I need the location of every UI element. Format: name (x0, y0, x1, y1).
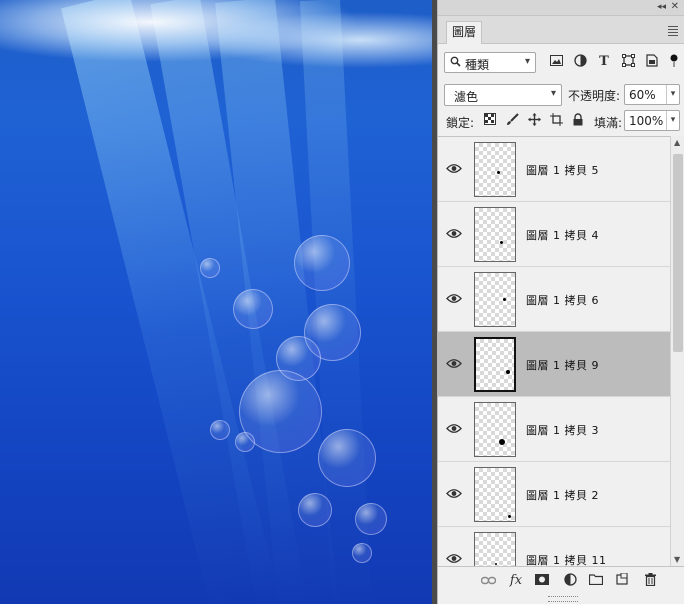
panel-menu-icon[interactable] (668, 26, 678, 38)
document-canvas[interactable] (0, 0, 432, 604)
lock-all-icon[interactable] (570, 113, 586, 129)
thumbnail-bubble-dot (497, 171, 500, 174)
opacity-input[interactable]: 60% ▾ (624, 84, 680, 105)
layer-row[interactable]: 圖層 1 拷貝 9 (438, 332, 670, 397)
filter-kind-select[interactable]: 種類 ▾ (444, 52, 536, 73)
fx-icon[interactable]: fx (508, 573, 524, 589)
layer-name[interactable]: 圖層 1 拷貝 5 (526, 162, 599, 178)
blend-mode-value: 濾色 (454, 90, 479, 104)
layer-row[interactable]: 圖層 1 拷貝 3 (438, 397, 670, 462)
layer-thumbnail[interactable] (474, 337, 516, 392)
panel-header-strip: ◂◂ ✕ (438, 0, 684, 16)
layer-row[interactable]: 圖層 1 拷貝 11 (438, 527, 670, 566)
link-layers-icon[interactable] (480, 573, 496, 589)
panel-resize-grip[interactable] (548, 596, 578, 602)
lock-label: 鎖定: (446, 116, 475, 130)
layer-name[interactable]: 圖層 1 拷貝 4 (526, 227, 599, 243)
opacity-label: 不透明度: (568, 89, 621, 103)
layer-row[interactable]: 圖層 1 拷貝 6 (438, 267, 670, 332)
chevron-down-icon: ▾ (524, 56, 530, 67)
layer-thumbnail[interactable] (474, 467, 516, 522)
bubble (355, 503, 387, 535)
eye-icon[interactable] (446, 423, 462, 435)
bubble (352, 543, 372, 563)
scrollbar-thumb[interactable] (673, 154, 683, 352)
layer-thumbnail[interactable] (474, 272, 516, 327)
thumbnail-bubble-dot (503, 298, 506, 301)
bubble (200, 258, 220, 278)
eye-icon[interactable] (446, 488, 462, 500)
filter-toggle-icon[interactable] (666, 54, 682, 70)
group-folder-icon[interactable] (588, 573, 604, 589)
thumbnail-bubble-dot (500, 241, 503, 244)
fill-input[interactable]: 100% ▾ (624, 110, 680, 131)
chevron-down-icon[interactable]: ▾ (666, 85, 679, 104)
fill-label: 填滿: (594, 116, 623, 130)
search-icon (450, 56, 461, 70)
layer-name[interactable]: 圖層 1 拷貝 11 (526, 552, 607, 566)
layers-panel: ◂◂ ✕ 圖層 種類 ▾ T 濾色 ▾ 不透明度: 60% ▾ 鎖定: 填滿: … (437, 0, 684, 604)
lock-artboard-icon[interactable] (548, 113, 564, 129)
new-layer-icon[interactable] (614, 572, 630, 589)
layer-thumbnail[interactable] (474, 402, 516, 457)
chevron-down-icon: ▾ (550, 88, 556, 99)
collapse-panel-icon[interactable]: ◂◂ (657, 2, 666, 12)
panel-tab-bar: 圖層 (438, 16, 684, 44)
eye-icon[interactable] (446, 228, 462, 240)
layer-row[interactable]: 圖層 1 拷貝 2 (438, 462, 670, 527)
layer-name[interactable]: 圖層 1 拷貝 3 (526, 422, 599, 438)
delete-layer-icon[interactable] (642, 573, 658, 589)
layer-name[interactable]: 圖層 1 拷貝 6 (526, 292, 599, 308)
shape-filter-icon[interactable] (620, 54, 636, 70)
bubble (210, 420, 230, 440)
pixel-filter-icon[interactable] (548, 54, 564, 70)
lock-transparent-icon[interactable] (482, 113, 498, 129)
scroll-up-icon[interactable]: ▲ (674, 138, 680, 147)
bubble (233, 289, 273, 329)
thumbnail-bubble-dot (508, 515, 511, 518)
adjustment-layer-icon[interactable] (562, 573, 578, 589)
layer-name[interactable]: 圖層 1 拷貝 9 (526, 357, 599, 373)
layer-thumbnail[interactable] (474, 532, 516, 566)
layer-name[interactable]: 圖層 1 拷貝 2 (526, 487, 599, 503)
scroll-down-icon[interactable]: ▼ (674, 555, 680, 564)
chevron-down-icon[interactable]: ▾ (666, 111, 679, 130)
adjustment-filter-icon[interactable] (572, 54, 588, 70)
layers-list: 圖層 1 拷貝 5 圖層 1 拷貝 4 圖層 1 拷貝 6 圖層 1 拷貝 9 圖層 1… (438, 136, 670, 566)
lock-image-icon[interactable] (504, 113, 520, 129)
layers-bottom-toolbar: fx (438, 566, 684, 596)
smart-object-filter-icon[interactable] (644, 54, 660, 70)
bubble (235, 432, 255, 452)
blend-mode-select[interactable]: 濾色 ▾ (444, 84, 562, 106)
eye-icon[interactable] (446, 293, 462, 305)
thumbnail-bubble-dot (499, 439, 505, 445)
opacity-value: 60% (629, 88, 656, 102)
eye-icon[interactable] (446, 358, 462, 370)
type-filter-icon[interactable]: T (596, 54, 612, 70)
layer-thumbnail[interactable] (474, 142, 516, 197)
add-mask-icon[interactable] (534, 573, 550, 589)
layers-scrollbar[interactable]: ▲ ▼ (670, 136, 684, 566)
layer-row[interactable]: 圖層 1 拷貝 5 (438, 137, 670, 202)
fill-value: 100% (629, 114, 664, 128)
tab-layers[interactable]: 圖層 (446, 21, 482, 44)
bubble (298, 493, 332, 527)
lock-position-icon[interactable] (526, 113, 542, 129)
surface-light (0, 0, 432, 80)
eye-icon[interactable] (446, 163, 462, 175)
eye-icon[interactable] (446, 553, 462, 565)
blend-row: 濾色 ▾ 不透明度: 60% ▾ (438, 79, 684, 109)
filter-row: 種類 ▾ T (438, 45, 684, 79)
bubble (294, 235, 350, 291)
thumbnail-bubble-dot (495, 563, 497, 565)
thumbnail-bubble-dot (506, 370, 510, 374)
layer-thumbnail[interactable] (474, 207, 516, 262)
close-panel-icon[interactable]: ✕ (671, 1, 679, 12)
layer-row[interactable]: 圖層 1 拷貝 4 (438, 202, 670, 267)
bubble (318, 429, 376, 487)
filter-kind-value: 種類 (465, 58, 490, 72)
